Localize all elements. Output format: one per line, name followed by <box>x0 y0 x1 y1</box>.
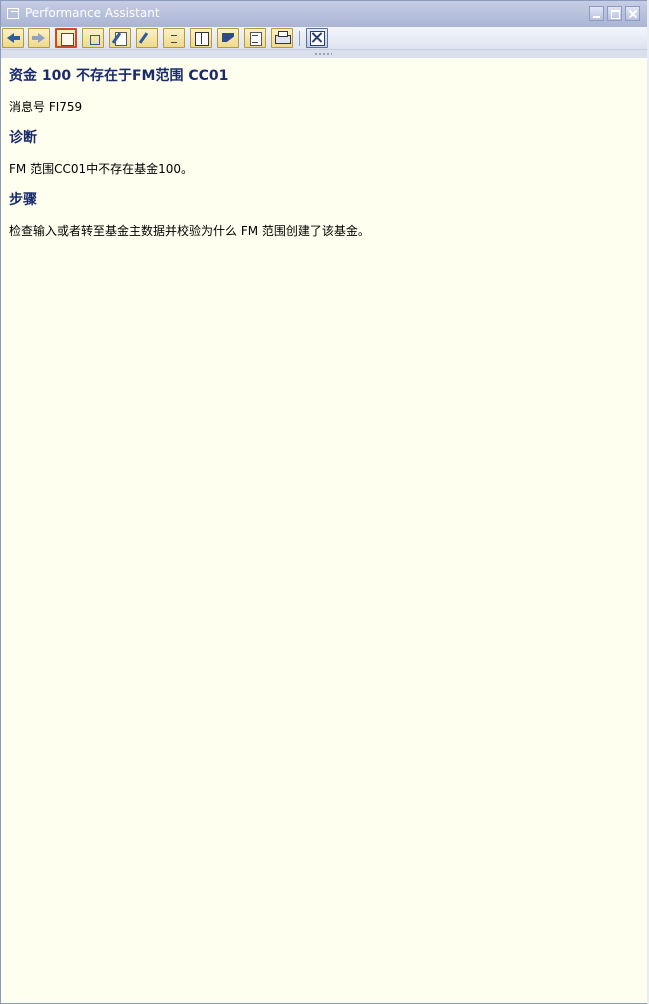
message-title: 资金 100 不存在于FM范围 CC01 <box>9 68 229 84</box>
toolbar-separator <box>299 31 300 46</box>
message-number: 消息号 FI759 <box>9 100 83 114</box>
toolbar <box>1 27 648 50</box>
back-button[interactable] <box>2 28 24 48</box>
close-button[interactable] <box>625 6 640 21</box>
info-button[interactable] <box>163 28 185 48</box>
title-bar[interactable]: Performance Assistant <box>1 1 648 28</box>
procedure-text: 检查输入或者转至基金主数据并校验为什么 FM 范围创建了该基金。 <box>9 224 370 238</box>
forward-button[interactable] <box>28 28 50 48</box>
flag-icon <box>222 33 234 42</box>
diagnosis-heading: 诊断 <box>9 130 37 146</box>
pencil-icon <box>138 32 149 44</box>
info-icon <box>171 35 177 43</box>
technical-info-button[interactable] <box>55 28 77 48</box>
window-icon <box>7 8 19 19</box>
window-title: Performance Assistant <box>25 6 160 20</box>
navigate-button[interactable] <box>82 28 104 48</box>
splitter-handle[interactable] <box>1 50 648 58</box>
navigate-icon <box>90 35 100 45</box>
book-icon <box>195 32 209 46</box>
maximize-button[interactable] <box>607 6 622 21</box>
exit-button[interactable] <box>306 28 328 48</box>
performance-assistant-window: Performance Assistant 资金 100 不存在于FM范围 CC… <box>0 0 649 1004</box>
print-button[interactable] <box>271 28 293 48</box>
pencil-button[interactable] <box>136 28 158 48</box>
copy-button[interactable] <box>244 28 266 48</box>
procedure-heading: 步骤 <box>9 192 37 208</box>
minimize-button[interactable] <box>589 6 604 21</box>
diagnosis-text: FM 范围CC01中不存在基金100。 <box>9 162 194 176</box>
grip-icon <box>314 53 332 55</box>
book-button[interactable] <box>190 28 212 48</box>
technical-info-icon <box>61 33 74 46</box>
edit-button[interactable] <box>109 28 131 48</box>
forward-arrow-icon <box>38 33 45 43</box>
flag-button[interactable] <box>217 28 239 48</box>
